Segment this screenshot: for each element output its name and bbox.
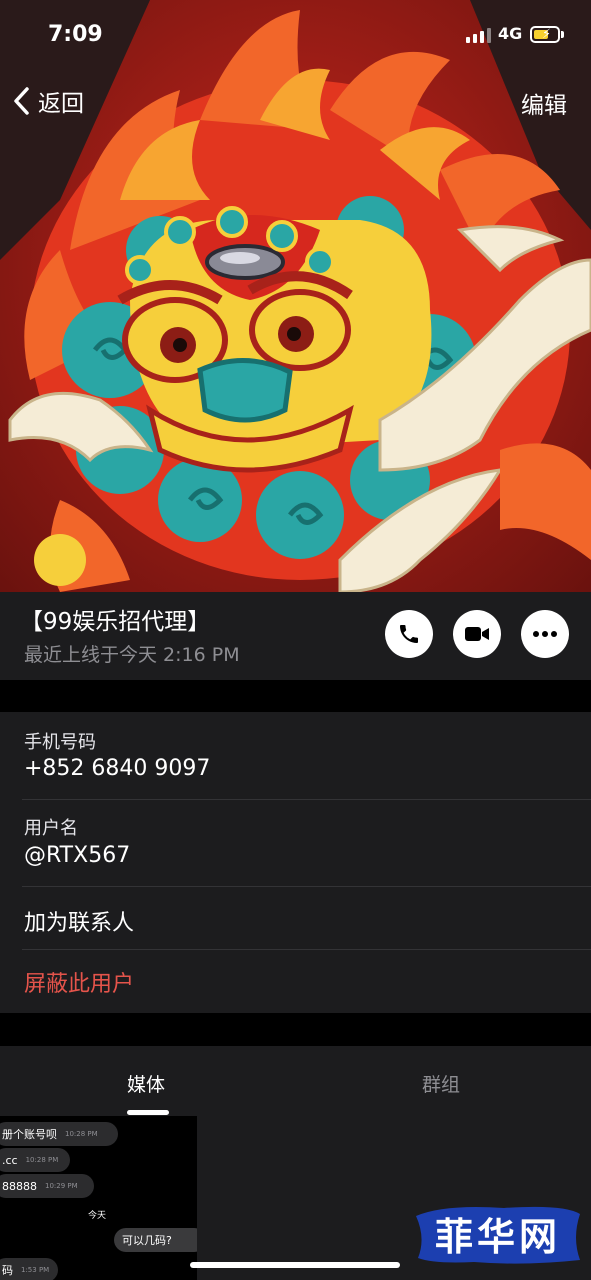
username-label: 用户名 xyxy=(24,818,78,839)
media-tabs: 媒体 群组 xyxy=(0,1046,591,1116)
chat-bubble-time: 1:53 PM xyxy=(21,1266,50,1274)
battery-nub xyxy=(561,31,564,38)
username-value: @RTX567 xyxy=(24,843,131,868)
watermark-logo: 菲华网 xyxy=(414,1198,582,1268)
block-user-row[interactable]: 屏蔽此用户 xyxy=(0,950,591,1013)
chevron-left-icon xyxy=(14,87,29,115)
call-button[interactable] xyxy=(385,610,433,658)
chat-bubble: 码 1:53 PM xyxy=(0,1258,58,1280)
tab-groups[interactable]: 群组 xyxy=(422,1070,460,1097)
home-indicator xyxy=(190,1262,400,1268)
chat-day-label: 今天 xyxy=(88,1211,107,1221)
chat-bubble-time: 10:29 PM xyxy=(45,1182,78,1190)
username-row[interactable]: 用户名 @RTX567 xyxy=(0,800,591,887)
watermark-text: 菲华网 xyxy=(434,1214,561,1259)
chat-bubble: .cc 10:28 PM xyxy=(0,1148,70,1172)
last-seen-status: 最近上线于今天 2:16 PM xyxy=(24,644,240,666)
chat-bubble: 88888 10:29 PM xyxy=(0,1174,94,1198)
chat-bubble-text: 码 xyxy=(2,1264,13,1277)
info-section: 手机号码 +852 6840 9097 用户名 @RTX567 加为联系人 屏蔽… xyxy=(0,712,591,1013)
video-camera-icon xyxy=(465,627,489,641)
network-type: 4G xyxy=(498,24,523,43)
profile-photo[interactable]: 7:09 4G ⚡ 返回 编辑 xyxy=(0,0,591,592)
section-gap xyxy=(0,1013,591,1046)
edit-button[interactable]: 编辑 xyxy=(521,86,567,120)
more-button[interactable] xyxy=(521,610,569,658)
chat-bubble-time: 10:28 PM xyxy=(65,1130,98,1138)
video-call-button[interactable] xyxy=(453,610,501,658)
chat-bubble-text: 可以几码? xyxy=(122,1234,172,1247)
chat-bubble: 册个账号呗 10:28 PM xyxy=(0,1122,118,1146)
section-gap xyxy=(0,680,591,712)
profile-name: 【99娱乐招代理】 xyxy=(20,609,211,635)
phone-row[interactable]: 手机号码 +852 6840 9097 xyxy=(0,712,591,800)
chat-bubble-outgoing: 可以几码? xyxy=(114,1228,197,1252)
status-bar: 7:09 4G ⚡ xyxy=(0,0,591,70)
chat-bubble-text: .cc xyxy=(2,1153,18,1167)
chat-bubble-text: 册个账号呗 xyxy=(2,1128,57,1141)
phone-label: 手机号码 xyxy=(24,732,96,753)
block-user-button[interactable]: 屏蔽此用户 xyxy=(24,966,134,998)
signal-strength-icon xyxy=(466,28,491,43)
more-icon xyxy=(533,631,557,637)
chat-bubble-text: 88888 xyxy=(2,1179,37,1193)
add-contact-button[interactable]: 加为联系人 xyxy=(24,905,134,937)
status-time: 7:09 xyxy=(48,22,103,47)
tab-media[interactable]: 媒体 xyxy=(127,1070,165,1097)
chat-bubble-time: 10:28 PM xyxy=(25,1156,59,1164)
phone-icon xyxy=(400,625,418,643)
battery-icon: ⚡ xyxy=(530,26,560,43)
back-label: 返回 xyxy=(38,91,84,117)
phone-value: +852 6840 9097 xyxy=(24,756,211,781)
profile-header: 【99娱乐招代理】 最近上线于今天 2:16 PM xyxy=(0,592,591,680)
add-contact-row[interactable]: 加为联系人 xyxy=(0,887,591,950)
back-button[interactable]: 返回 xyxy=(12,84,84,118)
active-tab-indicator xyxy=(127,1110,169,1115)
media-thumbnail[interactable]: 册个账号呗 10:28 PM .cc 10:28 PM 88888 10:29 … xyxy=(0,1116,197,1280)
lion-dance-artwork xyxy=(0,0,591,592)
